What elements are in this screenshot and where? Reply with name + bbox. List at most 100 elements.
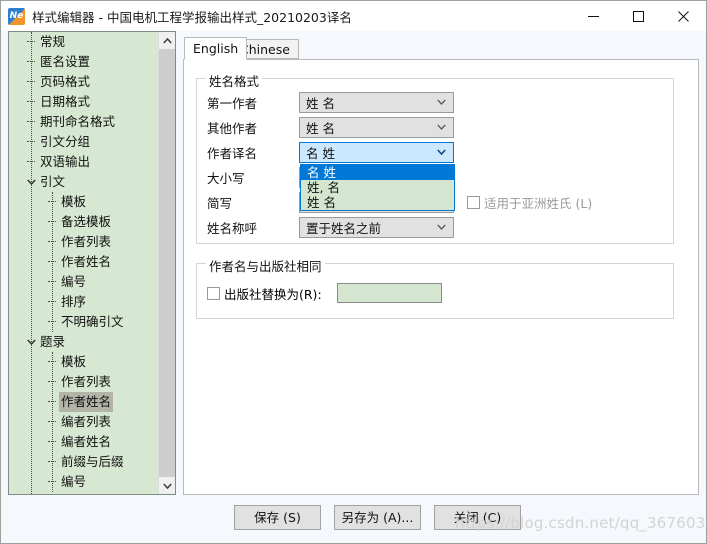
tree-item-13[interactable]: 排序 bbox=[9, 292, 158, 312]
scroll-up-icon[interactable] bbox=[159, 32, 175, 49]
translated-name-value: 名 姓 bbox=[306, 145, 335, 161]
chevron-down-icon bbox=[437, 218, 446, 237]
tree-connector bbox=[25, 92, 38, 112]
settings-tree[interactable]: 常规 匿名设置 页码格式 日期格式 期刊命名格式 引文分组 双语输出 引文 模板 备选模板 作者列表… bbox=[9, 32, 158, 494]
tree-item-label: 匿名设置 bbox=[40, 54, 91, 69]
tree-item-14[interactable]: 不明确引文 bbox=[9, 312, 158, 332]
tree-scrollbar-thumb[interactable] bbox=[159, 49, 175, 477]
tree-item-1[interactable]: 匿名设置 bbox=[9, 52, 158, 72]
tree-item-label: 排序 bbox=[61, 294, 87, 309]
tree-item-18[interactable]: 作者姓名 bbox=[9, 392, 158, 412]
label-abbreviation: 简写 bbox=[207, 195, 233, 211]
tree-item-8[interactable]: 模板 bbox=[9, 192, 158, 212]
label-other-authors: 其他作者 bbox=[207, 120, 258, 136]
save-as-button[interactable]: 另存为 (A)... bbox=[334, 505, 421, 530]
tree-item-label: 作者姓名 bbox=[61, 254, 112, 269]
tree-item-7[interactable]: 引文 bbox=[9, 172, 158, 192]
chevron-down-icon[interactable] bbox=[25, 172, 38, 192]
tree-item-22[interactable]: 编号 bbox=[9, 472, 158, 492]
tree-item-label: 编号 bbox=[61, 274, 87, 289]
tree-item-label: 不明确引文 bbox=[61, 314, 124, 329]
tree-item-label: 日期格式 bbox=[40, 94, 91, 109]
tree-item-label: 页码格式 bbox=[40, 74, 91, 89]
tree-item-6[interactable]: 双语输出 bbox=[9, 152, 158, 172]
tree-item-0[interactable]: 常规 bbox=[9, 32, 158, 52]
window-title: 样式编辑器 - 中国电机工程学报输出样式_20210203译名 bbox=[32, 9, 352, 25]
first-author-value: 姓 名 bbox=[306, 95, 335, 111]
row-other-authors: 其他作者 姓 名 bbox=[207, 116, 663, 138]
close-dialog-button[interactable]: 关闭 (C) bbox=[434, 505, 521, 530]
name-format-group: 姓名格式 第一作者 姓 名 其他作者 姓 名 作者译名 名 姓 名 姓 姓, 名… bbox=[196, 71, 674, 244]
tree-connector bbox=[25, 72, 38, 92]
title-bar: Ne 样式编辑器 - 中国电机工程学报输出样式_20210203译名 bbox=[1, 1, 706, 31]
row-name-title: 姓名称呼 置于姓名之前 bbox=[207, 216, 663, 238]
tree-item-9[interactable]: 备选模板 bbox=[9, 212, 158, 232]
tree-item-15[interactable]: 题录 bbox=[9, 332, 158, 352]
tree-item-label: 双语输出 bbox=[40, 154, 91, 169]
maximize-button[interactable] bbox=[616, 1, 661, 31]
first-author-combobox[interactable]: 姓 名 bbox=[299, 91, 454, 113]
publisher-replacement-input[interactable] bbox=[336, 283, 442, 303]
tree-item-5[interactable]: 引文分组 bbox=[9, 132, 158, 152]
chevron-down-icon bbox=[437, 143, 446, 162]
tree-connector bbox=[25, 32, 38, 52]
dropdown-option-0[interactable]: 名 姓 bbox=[301, 164, 454, 180]
translated-name-dropdown-list[interactable]: 名 姓姓, 名姓 名 bbox=[300, 163, 455, 211]
tree-connector bbox=[25, 152, 38, 172]
close-button[interactable] bbox=[661, 1, 706, 31]
tree-item-label: 作者列表 bbox=[61, 374, 112, 389]
tree-item-label: 前缀与后缀 bbox=[61, 454, 124, 469]
chevron-down-icon bbox=[437, 118, 446, 137]
tree-connector bbox=[25, 112, 38, 132]
tab-panel-english: 姓名格式 第一作者 姓 名 其他作者 姓 名 作者译名 名 姓 名 姓 姓, 名… bbox=[183, 59, 699, 495]
scroll-down-icon[interactable] bbox=[159, 477, 175, 494]
tree-item-3[interactable]: 日期格式 bbox=[9, 92, 158, 112]
publisher-same-as-author-group: 作者名与出版社相同 出版社替换为(R): bbox=[196, 256, 674, 319]
minimize-button[interactable] bbox=[571, 1, 616, 31]
content-panel: English Chinese 姓名格式 第一作者 姓 名 其他作者 姓 名 作… bbox=[183, 31, 699, 495]
tree-item-label: 引文分组 bbox=[40, 134, 91, 149]
style-editor-window: Ne 样式编辑器 - 中国电机工程学报输出样式_20210203译名 常规匿名设… bbox=[0, 0, 707, 544]
tree-item-label: 模板 bbox=[61, 194, 87, 209]
chevron-down-icon bbox=[437, 93, 446, 112]
row-translated-name: 作者译名 名 姓 名 姓姓, 名姓 名 bbox=[207, 141, 663, 211]
tree-item-10[interactable]: 作者列表 bbox=[9, 232, 158, 252]
tree-item-list: 常规 匿名设置 页码格式 日期格式 期刊命名格式 引文分组 双语输出 引文 模板 备选模板 作者列表… bbox=[9, 32, 158, 492]
tree-item-19[interactable]: 编者列表 bbox=[9, 412, 158, 432]
name-title-value: 置于姓名之前 bbox=[306, 220, 382, 236]
window-body: 常规 匿名设置 页码格式 日期格式 期刊命名格式 引文分组 双语输出 引文 模板 备选模板 作者列表… bbox=[1, 31, 706, 543]
label-name-title: 姓名称呼 bbox=[207, 220, 258, 236]
tree-item-16[interactable]: 模板 bbox=[9, 352, 158, 372]
tree-item-21[interactable]: 前缀与后缀 bbox=[9, 452, 158, 472]
other-authors-combobox[interactable]: 姓 名 bbox=[299, 116, 454, 138]
name-format-group-title: 姓名格式 bbox=[206, 71, 263, 90]
name-title-combobox[interactable]: 置于姓名之前 bbox=[299, 216, 454, 238]
tree-item-17[interactable]: 作者列表 bbox=[9, 372, 158, 392]
label-first-author: 第一作者 bbox=[207, 95, 258, 111]
tree-item-4[interactable]: 期刊命名格式 bbox=[9, 112, 158, 132]
tab-english[interactable]: English bbox=[184, 37, 248, 60]
row-publisher-replace: 出版社替换为(R): bbox=[207, 282, 663, 304]
tree-guide-line bbox=[52, 352, 53, 492]
tree-item-11[interactable]: 作者姓名 bbox=[9, 252, 158, 272]
tree-guide-line bbox=[52, 192, 53, 332]
translated-name-combobox[interactable]: 名 姓 名 姓姓, 名姓 名 bbox=[299, 141, 455, 211]
dropdown-option-1[interactable]: 姓, 名 bbox=[301, 180, 454, 195]
tree-item-20[interactable]: 编者姓名 bbox=[9, 432, 158, 452]
save-button[interactable]: 保存 (S) bbox=[234, 505, 321, 530]
chevron-down-icon[interactable] bbox=[25, 332, 38, 352]
settings-tree-panel: 常规 匿名设置 页码格式 日期格式 期刊命名格式 引文分组 双语输出 引文 模板 备选模板 作者列表… bbox=[8, 31, 176, 495]
publisher-group-title: 作者名与出版社相同 bbox=[206, 256, 325, 275]
tree-item-label: 编号 bbox=[61, 474, 87, 489]
dropdown-option-2[interactable]: 姓 名 bbox=[301, 195, 454, 210]
tree-item-2[interactable]: 页码格式 bbox=[9, 72, 158, 92]
tree-item-12[interactable]: 编号 bbox=[9, 272, 158, 292]
asian-surname-checkbox[interactable]: 适用于亚洲姓氏 (L) bbox=[467, 193, 592, 212]
row-first-author: 第一作者 姓 名 bbox=[207, 91, 663, 113]
tree-connector bbox=[25, 132, 38, 152]
tree-item-label: 备选模板 bbox=[61, 214, 112, 229]
tree-scrollbar[interactable] bbox=[158, 32, 175, 494]
publisher-replace-checkbox[interactable]: 出版社替换为(R): bbox=[207, 284, 322, 303]
tab-strip: English Chinese bbox=[183, 37, 699, 60]
tree-item-label: 编者姓名 bbox=[61, 434, 112, 449]
